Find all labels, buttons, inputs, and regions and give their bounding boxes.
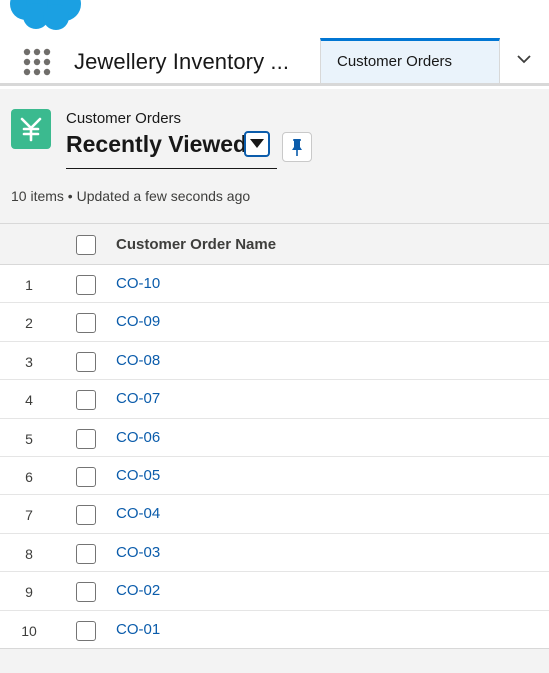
row-checkbox[interactable] bbox=[76, 275, 96, 295]
customer-order-link[interactable]: CO-04 bbox=[116, 505, 160, 522]
row-number: 8 bbox=[25, 545, 33, 562]
row-number: 6 bbox=[25, 468, 33, 485]
caret-down-icon bbox=[250, 139, 264, 148]
row-checkbox[interactable] bbox=[76, 313, 96, 334]
row-number: 9 bbox=[25, 584, 33, 601]
pin-icon bbox=[292, 139, 302, 156]
table-row: 1 CO-10 bbox=[0, 265, 549, 304]
chevron-down-icon bbox=[517, 55, 531, 64]
global-header bbox=[0, 0, 549, 38]
list-view-name[interactable]: Recently Viewed bbox=[66, 131, 247, 158]
row-checkbox[interactable] bbox=[76, 428, 96, 449]
row-number: 7 bbox=[25, 507, 33, 524]
row-checkbox[interactable] bbox=[76, 466, 96, 487]
tab-label: Customer Orders bbox=[337, 53, 453, 70]
navigation-bar: Jewellery Inventory ... Customer Orders bbox=[0, 38, 549, 86]
row-number: 3 bbox=[25, 353, 33, 370]
table-row: 6 CO-05 bbox=[0, 456, 549, 496]
row-checkbox[interactable] bbox=[76, 351, 96, 372]
row-checkbox[interactable] bbox=[76, 505, 96, 526]
table-row: 3 CO-08 bbox=[0, 341, 549, 381]
table-footer bbox=[0, 648, 549, 673]
row-number: 10 bbox=[21, 622, 37, 639]
table-row: 8 CO-03 bbox=[0, 533, 549, 573]
column-header-name[interactable]: Customer Order Name bbox=[116, 236, 276, 253]
row-checkbox[interactable] bbox=[76, 582, 96, 603]
row-checkbox[interactable] bbox=[76, 543, 96, 564]
customer-order-link[interactable]: CO-02 bbox=[116, 582, 160, 599]
table-header: Customer Order Name bbox=[0, 224, 549, 265]
list-view-status: 10 items • Updated a few seconds ago bbox=[11, 188, 251, 204]
row-number: 2 bbox=[25, 315, 33, 332]
row-number: 4 bbox=[25, 392, 33, 409]
customer-order-link[interactable]: CO-06 bbox=[116, 429, 160, 446]
list-view-selector[interactable]: Recently Viewed bbox=[66, 129, 277, 169]
row-number: 5 bbox=[25, 430, 33, 447]
list-view-dropdown-button[interactable] bbox=[244, 131, 270, 157]
customer-order-link[interactable]: CO-09 bbox=[116, 313, 160, 330]
list-view-header: Customer Orders Recently Viewed 10 items… bbox=[0, 89, 549, 224]
customer-order-link[interactable]: CO-07 bbox=[116, 390, 160, 407]
customer-order-link[interactable]: CO-01 bbox=[116, 621, 160, 638]
table-row: 2 CO-09 bbox=[0, 303, 549, 342]
currency-yen-icon bbox=[20, 117, 42, 142]
list-view-table: Customer Order Name 1 CO-10 2 CO-09 3 CO-08 4 C… bbox=[0, 224, 549, 649]
customer-order-link[interactable]: CO-03 bbox=[116, 544, 160, 561]
nav-more-button[interactable] bbox=[500, 38, 549, 83]
row-number: 1 bbox=[25, 277, 33, 293]
table-row: 7 CO-04 bbox=[0, 495, 549, 534]
app-launcher-grid-icon bbox=[23, 48, 51, 76]
table-row: 10 CO-01 bbox=[0, 610, 549, 649]
pin-list-view-button[interactable] bbox=[282, 132, 312, 162]
table-row: 5 CO-06 bbox=[0, 418, 549, 457]
customer-order-link[interactable]: CO-10 bbox=[116, 275, 160, 292]
app-launcher-button[interactable] bbox=[22, 47, 52, 77]
table-row: 9 CO-02 bbox=[0, 572, 549, 611]
row-checkbox[interactable] bbox=[76, 390, 96, 411]
row-checkbox[interactable] bbox=[76, 620, 96, 641]
salesforce-cloud-logo[interactable] bbox=[6, 0, 84, 32]
customer-order-link[interactable]: CO-05 bbox=[116, 467, 160, 484]
object-icon bbox=[11, 109, 51, 149]
table-row: 4 CO-07 bbox=[0, 380, 549, 419]
tab-customer-orders[interactable]: Customer Orders bbox=[320, 38, 500, 83]
object-label: Customer Orders bbox=[66, 110, 182, 127]
app-name: Jewellery Inventory ... bbox=[74, 49, 290, 74]
select-all-checkbox[interactable] bbox=[76, 235, 96, 255]
customer-order-link[interactable]: CO-08 bbox=[116, 352, 160, 369]
